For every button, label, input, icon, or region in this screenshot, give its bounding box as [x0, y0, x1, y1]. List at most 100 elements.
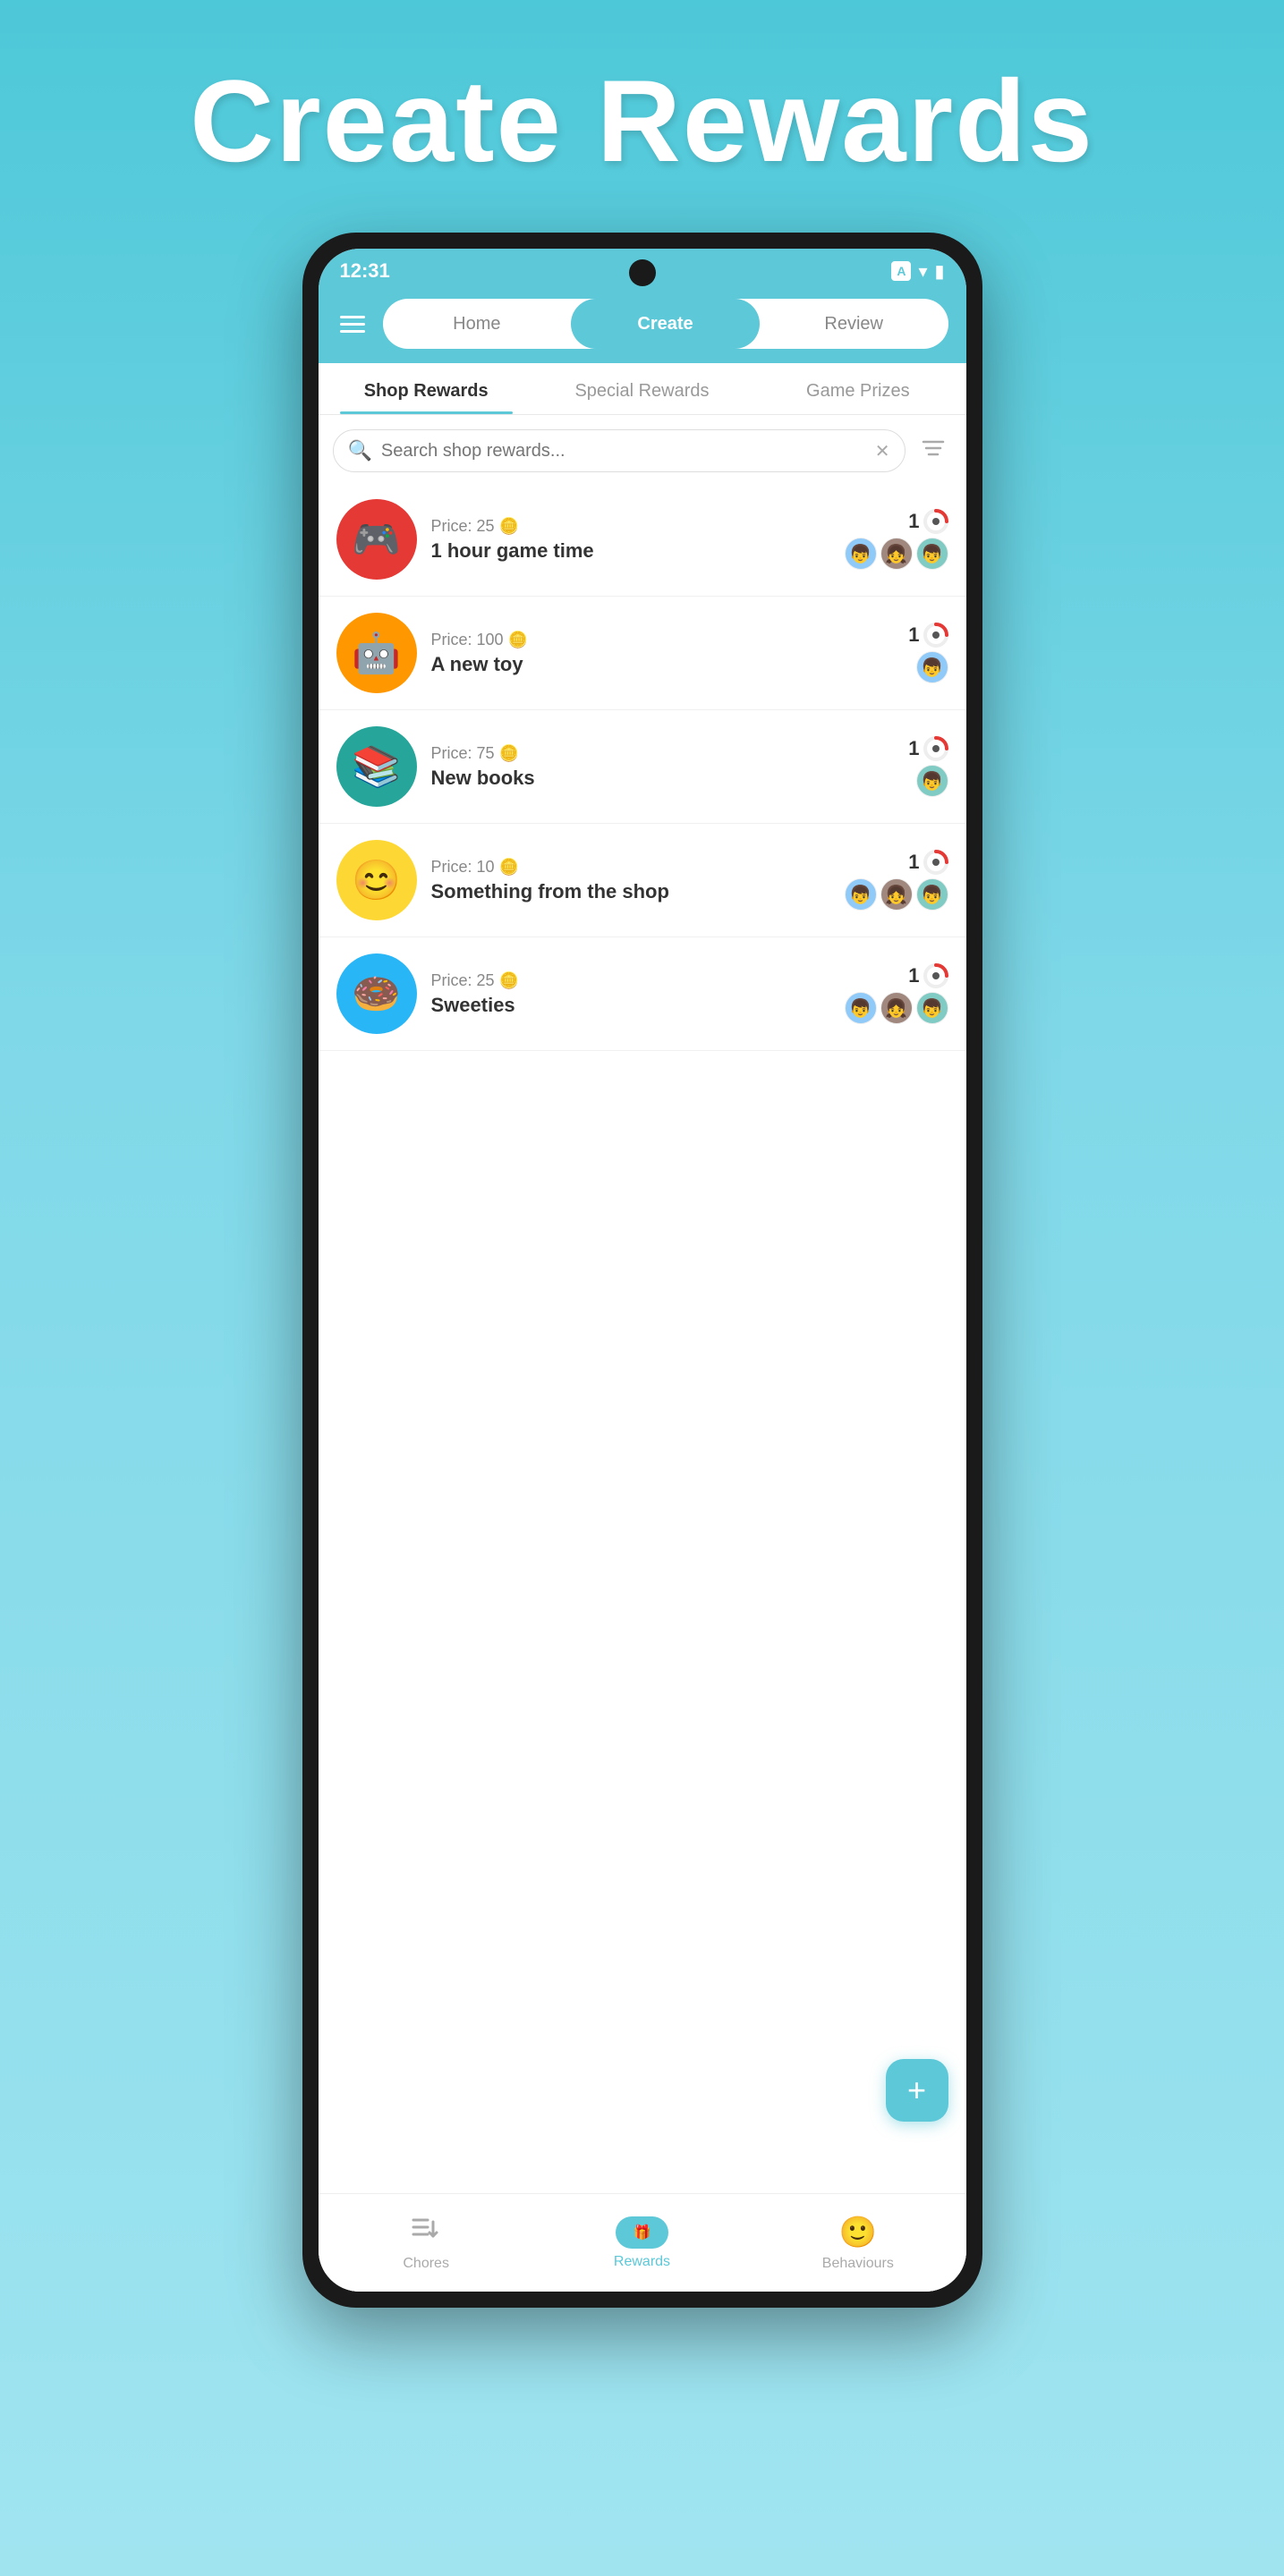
reward-item-game-time[interactable]: 🎮 Price: 25 🪙 1 hour game time 1 [319, 483, 966, 597]
reward-info-new-books: Price: 75 🪙 New books [431, 744, 895, 790]
reward-icon-new-books: 📚 [336, 726, 417, 807]
reward-info-game-time: Price: 25 🪙 1 hour game time [431, 517, 830, 563]
bottom-nav: Chores 🎁 Rewards 🙂 Behaviours [319, 2193, 966, 2292]
reward-price-game-time: Price: 25 🪙 [431, 517, 830, 536]
behaviours-icon: 🙂 [839, 2215, 877, 2250]
meter-icon-new-toy [923, 623, 948, 648]
count-badge-shop: 1 [908, 850, 948, 875]
reward-name-game-time: 1 hour game time [431, 539, 830, 563]
reward-item-sweeties[interactable]: 🍩 Price: 25 🪙 Sweeties 1 [319, 937, 966, 1051]
search-clear-icon[interactable]: ✕ [875, 440, 890, 462]
bottom-nav-chores[interactable]: Chores [319, 2194, 534, 2292]
reward-info-shop: Price: 10 🪙 Something from the shop [431, 858, 830, 903]
avatar-2: 👧 [880, 992, 913, 1024]
count-num-sweeties: 1 [908, 964, 919, 987]
subtab-game-prizes[interactable]: Game Prizes [750, 363, 965, 414]
search-icon: 🔍 [348, 439, 372, 462]
reward-avatars-sweeties: 1 👦 👧 👦 [845, 963, 948, 1024]
avatar-2: 👧 [880, 538, 913, 570]
count-num-new-books: 1 [908, 737, 919, 760]
avatar-row-game-time: 👦 👧 👦 [845, 538, 948, 570]
battery-icon: ▮ [934, 260, 944, 283]
reward-item-new-toy[interactable]: 🤖 Price: 100 🪙 A new toy 1 [319, 597, 966, 710]
rewards-label: Rewards [614, 2254, 670, 2270]
page-title: Create Rewards [72, 54, 1212, 188]
rewards-list: 🎮 Price: 25 🪙 1 hour game time 1 [319, 483, 966, 2193]
reward-name-new-books: New books [431, 767, 895, 790]
avatar-1: 👦 [916, 651, 948, 683]
count-badge-sweeties: 1 [908, 963, 948, 988]
search-input[interactable] [381, 441, 866, 462]
meter-icon-sweeties [923, 963, 948, 988]
reward-avatars-game-time: 1 👦 👧 👦 [845, 509, 948, 570]
reward-avatars-new-toy: 1 👦 [908, 623, 948, 683]
empty-space [319, 1051, 966, 1230]
chores-label: Chores [403, 2256, 449, 2272]
rewards-icon: 🎁 [633, 2225, 651, 2241]
bottom-nav-behaviours[interactable]: 🙂 Behaviours [750, 2194, 965, 2292]
menu-line-2 [340, 323, 365, 326]
filter-icon [922, 438, 945, 458]
reward-avatars-shop: 1 👦 👧 👦 [845, 850, 948, 911]
meter-icon-shop [923, 850, 948, 875]
reward-price-shop: Price: 10 🪙 [431, 858, 830, 877]
sub-tabs: Shop Rewards Special Rewards Game Prizes [319, 363, 966, 415]
count-num-new-toy: 1 [908, 623, 919, 647]
avatar-1: 👦 [845, 878, 877, 911]
reward-icon-new-toy: 🤖 [336, 613, 417, 693]
reward-price-new-toy: Price: 100 🪙 [431, 631, 895, 649]
reward-icon-shop: 😊 [336, 840, 417, 920]
avatar-3: 👦 [916, 538, 948, 570]
rewards-icon-pill: 🎁 [616, 2216, 669, 2249]
subtab-shop-rewards[interactable]: Shop Rewards [319, 363, 534, 414]
reward-item-new-books[interactable]: 📚 Price: 75 🪙 New books 1 [319, 710, 966, 824]
status-time: 12:31 [340, 259, 390, 283]
count-num-shop: 1 [908, 851, 919, 874]
search-container: 🔍 ✕ [319, 415, 966, 483]
content-area: Shop Rewards Special Rewards Game Prizes… [319, 363, 966, 2292]
avatar-row-new-books: 👦 [916, 765, 948, 797]
page-header: Create Rewards [0, 0, 1284, 233]
reward-name-sweeties: Sweeties [431, 994, 830, 1017]
tab-review[interactable]: Review [760, 299, 948, 349]
bottom-nav-rewards[interactable]: 🎁 Rewards [534, 2194, 750, 2292]
count-badge-game-time: 1 [908, 509, 948, 534]
subtab-special-rewards[interactable]: Special Rewards [534, 363, 750, 414]
app-header: Home Create Review [319, 290, 966, 363]
count-badge-new-toy: 1 [908, 623, 948, 648]
filter-button[interactable] [914, 435, 952, 468]
reward-name-shop: Something from the shop [431, 880, 830, 903]
avatar-row-shop: 👦 👧 👦 [845, 878, 948, 911]
reward-item-shop[interactable]: 😊 Price: 10 🪙 Something from the shop 1 [319, 824, 966, 937]
avatar-2: 👧 [880, 878, 913, 911]
search-bar: 🔍 ✕ [333, 429, 906, 472]
reward-price-sweeties: Price: 25 🪙 [431, 971, 830, 990]
menu-line-3 [340, 330, 365, 333]
tab-home[interactable]: Home [383, 299, 572, 349]
phone-screen: 12:31 A ▾ ▮ Home Create Review [319, 249, 966, 2292]
reward-price-new-books: Price: 75 🪙 [431, 744, 895, 763]
status-icons: A ▾ ▮ [891, 260, 944, 283]
status-icon-a: A [891, 261, 911, 281]
reward-info-sweeties: Price: 25 🪙 Sweeties [431, 971, 830, 1017]
tab-create[interactable]: Create [571, 299, 760, 349]
count-num-game-time: 1 [908, 510, 919, 533]
chores-icon [410, 2215, 442, 2250]
nav-tabs: Home Create Review [383, 299, 948, 349]
camera-notch [629, 259, 656, 286]
avatar-1: 👦 [845, 992, 877, 1024]
reward-icon-sweeties: 🍩 [336, 953, 417, 1034]
reward-icon-game-time: 🎮 [336, 499, 417, 580]
reward-info-new-toy: Price: 100 🪙 A new toy [431, 631, 895, 676]
avatar-1: 👦 [916, 765, 948, 797]
avatar-row-new-toy: 👦 [916, 651, 948, 683]
count-badge-new-books: 1 [908, 736, 948, 761]
add-reward-fab[interactable]: + [886, 2059, 948, 2122]
meter-icon-new-books [923, 736, 948, 761]
avatar-1: 👦 [845, 538, 877, 570]
menu-line-1 [340, 316, 365, 318]
menu-button[interactable] [336, 312, 369, 336]
behaviours-label: Behaviours [822, 2256, 894, 2272]
avatar-row-sweeties: 👦 👧 👦 [845, 992, 948, 1024]
phone-frame: 12:31 A ▾ ▮ Home Create Review [302, 233, 982, 2308]
